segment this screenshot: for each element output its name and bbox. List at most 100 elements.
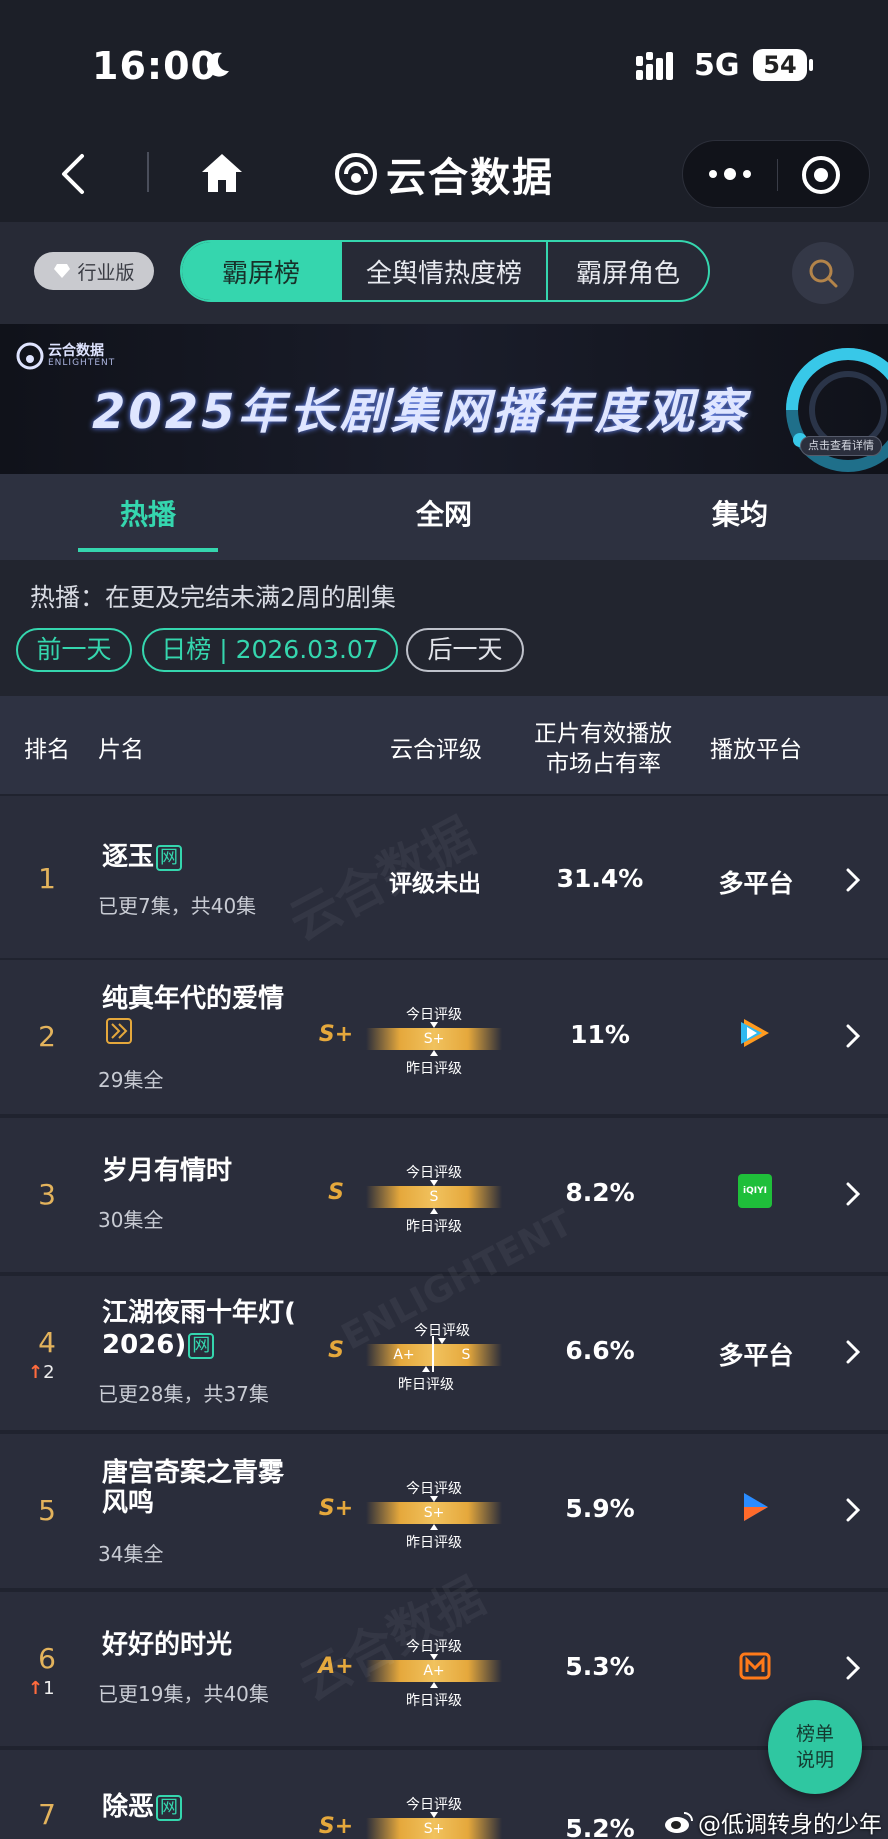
chevron-right-icon[interactable] — [846, 1498, 860, 1522]
show-title-line2: 2026) 网 — [102, 1330, 215, 1360]
capsule-divider — [777, 159, 778, 191]
segment-dominance-roles[interactable]: 霸屏角色 — [546, 242, 708, 300]
market-share: 31.4% — [556, 864, 644, 893]
active-tab-indicator — [78, 548, 218, 552]
meter-today-label: 今日评级 — [406, 1639, 462, 1655]
header-rating: 云合评级 — [390, 737, 482, 763]
home-icon[interactable] — [200, 152, 244, 194]
industry-edition-badge[interactable]: 行业版 — [34, 252, 154, 290]
rank-number: 6 — [38, 1642, 56, 1675]
signal-icon — [636, 52, 673, 80]
chevron-right-icon[interactable] — [846, 1656, 860, 1680]
table-row[interactable]: 1 逐玉网 已更7集，共40集 评级未出 31.4% 多平台 — [0, 794, 888, 958]
weibo-handle: @低调转身的少年 — [698, 1812, 882, 1838]
web-exclusive-badge: 网 — [156, 1794, 183, 1821]
banner-logo-text: 云合数据 — [48, 343, 104, 359]
rating-grade: S — [328, 1180, 344, 1205]
banner-title: 2025年长剧集网播年度观察 — [92, 384, 748, 440]
meter-value: S — [461, 1347, 471, 1363]
iqiyi-icon: iQIYI — [738, 1174, 772, 1208]
search-button[interactable] — [792, 242, 854, 304]
close-target-icon[interactable] — [801, 155, 841, 195]
meter-today-marker — [438, 1338, 446, 1344]
meter-yesterday-marker — [430, 1682, 438, 1688]
segment-public-opinion-heat[interactable]: 全舆情热度榜 — [340, 242, 546, 300]
chevron-right-icon[interactable] — [846, 1340, 860, 1364]
table-row[interactable]: 5 唐宫奇案之青雾 风鸣 34集全 S+ 今日评级 S+ 昨日评级 5.9% — [0, 1432, 888, 1588]
tab-all-network-label: 全网 — [415, 498, 472, 531]
list-explanation-line1: 榜单 — [795, 1723, 834, 1745]
annual-report-banner[interactable]: 云合数据 ENLIGHTENT 2025年长剧集网播年度观察 点击查看详情 — [0, 324, 888, 474]
status-time: 16:00 — [92, 44, 218, 88]
rating-grade: A+ — [318, 1654, 354, 1679]
industry-edition-label: 行业版 — [77, 261, 135, 284]
rating-meter: 今日评级 S+ 昨日评级 — [366, 1000, 502, 1078]
list-explanation-button[interactable]: 榜单 说明 — [768, 1700, 862, 1794]
nav-divider — [147, 152, 149, 192]
meter-bar: A+ S — [366, 1344, 502, 1366]
show-title-text: 除恶 — [102, 1792, 155, 1822]
meter-value: S — [429, 1189, 439, 1205]
rank-number: 2 — [38, 1020, 56, 1053]
ranking-type-segment: 霸屏榜 全舆情热度榜 霸屏角色 — [180, 240, 710, 302]
rank-number: 7 — [38, 1798, 56, 1831]
table-row[interactable]: 4 ↑2 江湖夜雨十年灯( 2026) 网 已更28集，共37集 S 今日评级 A… — [0, 1274, 888, 1430]
market-share: 8.2% — [565, 1178, 635, 1207]
meter-today-marker — [430, 1180, 438, 1186]
tab-episode-average[interactable]: 集均 — [592, 474, 888, 560]
table-row[interactable]: 2 纯真年代的爱情 29集全 S+ 今日评级 S+ 昨日评级 11% — [0, 958, 888, 1114]
show-title: 逐玉网 — [102, 842, 183, 872]
diamond-icon — [54, 264, 71, 278]
meter-yesterday-marker — [430, 1208, 438, 1214]
mango-tv-icon — [739, 1652, 771, 1680]
list-description: 热播：在更及完结未满2周的剧集 — [30, 583, 396, 612]
rating-grade: S+ — [318, 1814, 354, 1839]
banner-cta[interactable]: 点击查看详情 — [800, 436, 882, 456]
back-icon[interactable] — [58, 152, 88, 196]
market-share: 6.6% — [565, 1336, 635, 1365]
rating-grade: S+ — [318, 1496, 354, 1521]
episode-info: 34集全 — [98, 1542, 164, 1566]
meter-bar: S+ — [366, 1028, 502, 1050]
tab-episode-average-label: 集均 — [711, 498, 768, 531]
chevron-right-icon[interactable] — [846, 868, 860, 892]
moon-icon — [206, 52, 229, 77]
more-icon[interactable] — [707, 163, 753, 185]
rank-change: ↑1 — [28, 1678, 55, 1699]
episode-info: 已更28集，共37集 — [98, 1382, 269, 1406]
table-row[interactable]: 6 ↑1 好好的时光 已更19集，共40集 A+ 今日评级 A+ 昨日评级 5.… — [0, 1590, 888, 1746]
rank-change-value: 2 — [43, 1362, 55, 1383]
meter-yesterday-label: 昨日评级 — [406, 1061, 462, 1077]
meter-value: S+ — [423, 1821, 445, 1837]
market-share: 5.3% — [565, 1652, 635, 1681]
meter-today-label: 今日评级 — [406, 1165, 462, 1181]
rating-grade: S+ — [318, 1022, 354, 1047]
meter-bar: S+ — [366, 1502, 502, 1524]
chevron-right-icon[interactable] — [846, 1024, 860, 1048]
brand-logo-icon — [335, 153, 377, 195]
status-bar: 16:00 5G 54 — [0, 0, 888, 130]
rank-number: 4 — [38, 1326, 56, 1359]
rank-number: 1 — [38, 862, 56, 895]
segment-dominance-list[interactable]: 霸屏榜 — [182, 242, 340, 300]
meter-divider — [432, 1336, 434, 1372]
tab-hot[interactable]: 热播 — [0, 474, 296, 560]
prev-day-button[interactable]: 前一天 — [16, 628, 132, 672]
meter-today-label: 今日评级 — [406, 1797, 462, 1813]
table-row[interactable]: 3 岁月有情时 30集全 S 今日评级 S 昨日评级 8.2% iQIYI — [0, 1116, 888, 1272]
rank-up-icon: ↑ — [28, 1678, 44, 1699]
next-day-button[interactable]: 后一天 — [406, 628, 524, 672]
show-title: 好好的时光 — [102, 1630, 233, 1660]
chevron-right-icon[interactable] — [846, 1182, 860, 1206]
meter-yesterday-label: 昨日评级 — [406, 1219, 462, 1235]
platform-name: 多平台 — [718, 869, 794, 898]
weibo-icon — [665, 1812, 693, 1833]
rank-up-icon: ↑ — [28, 1362, 44, 1383]
tab-all-network[interactable]: 全网 — [296, 474, 592, 560]
date-selector[interactable]: 日榜 | 2026.03.07 — [142, 628, 398, 672]
meter-yesterday-marker — [422, 1366, 430, 1372]
banner-logo-sub: ENLIGHTENT — [48, 358, 116, 368]
meter-today-label: 今日评级 — [414, 1323, 470, 1339]
market-share: 11% — [570, 1020, 630, 1049]
meter-today-marker — [430, 1496, 438, 1502]
